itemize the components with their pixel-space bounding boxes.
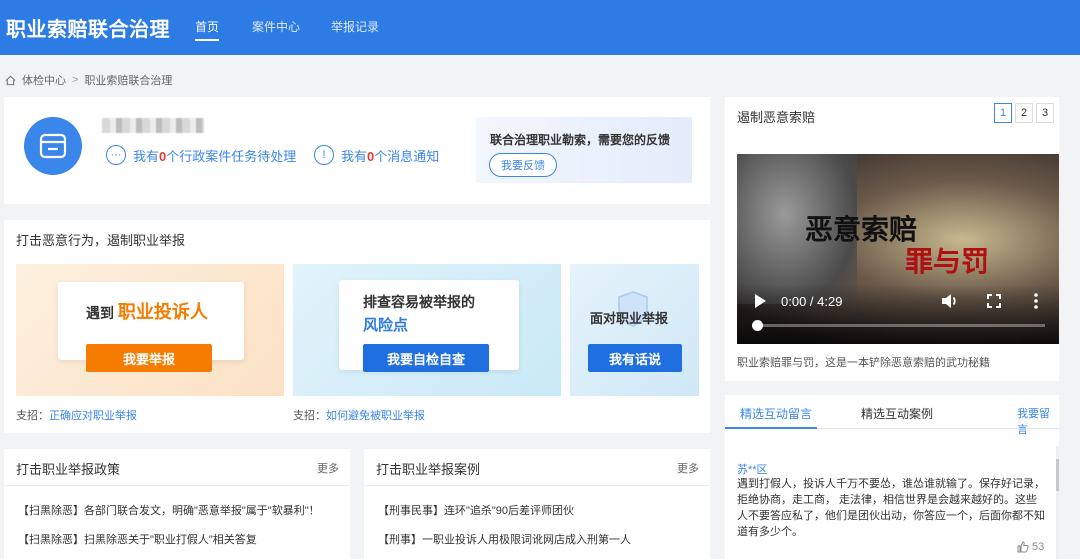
- scrollbar-thumb[interactable]: [1056, 459, 1059, 491]
- pager: 1 2 3: [994, 103, 1054, 123]
- tab-featured-comments[interactable]: 精选互动留言: [740, 405, 812, 422]
- video-caption: 职业索赔罪与罚，这是一本铲除恶意索赔的武功秘籍: [737, 357, 990, 369]
- profile-card: ··· 我有0个行政案件任务待处理 ! 我有0个消息通知 联合治理职业勒索，需要…: [4, 97, 710, 204]
- tab-active-indicator: [725, 427, 817, 429]
- video-progress-track[interactable]: [755, 324, 1045, 327]
- tip-2-link[interactable]: 如何避免被职业举报: [326, 410, 425, 422]
- comment-text: 遇到打假人，投诉人千万不要怂，谁怂谁就输了。保存好记录，拒绝协商，走工商， 走法…: [737, 478, 1045, 538]
- notifications-stat[interactable]: ! 我有0个消息通知: [314, 145, 439, 165]
- page-1[interactable]: 1: [994, 103, 1012, 123]
- home-icon: [5, 75, 16, 85]
- avatar: [24, 117, 82, 175]
- nav-home[interactable]: 首页: [195, 18, 220, 41]
- self-check-banner[interactable]: 排查容易被举报的 风险点 我要自检自查: [293, 264, 561, 396]
- notifications-text: 我有0个消息通知: [341, 148, 440, 164]
- comment-likes[interactable]: 53: [1017, 541, 1044, 553]
- comments-tabs: 精选互动留言 精选互动案例: [725, 395, 1059, 429]
- comment-author: 苏**区: [737, 464, 768, 476]
- banner-subheading: 风险点: [363, 317, 409, 334]
- policy-panel: 打击职业举报政策 更多 【扫黑除恶】各部门联合发文，明确"恶意举报"属于"软暴利…: [4, 449, 350, 559]
- report-banner[interactable]: 遇到 职业投诉人 我要举报: [16, 264, 284, 396]
- nav-home-label: 首页: [195, 20, 220, 34]
- video-player[interactable]: 恶意索赔 罪与罚 0:00 / 4:29: [737, 154, 1059, 344]
- page-2[interactable]: 2: [1015, 103, 1033, 123]
- more-options-icon[interactable]: [1033, 293, 1039, 309]
- policy-more-link[interactable]: 更多: [317, 460, 339, 476]
- policy-title: 打击职业举报政策: [16, 462, 121, 477]
- message-icon: ···: [106, 145, 126, 165]
- policy-item[interactable]: 【扫黑除恶】扫黑除恶关于"职业打假人"相关答复: [18, 531, 257, 547]
- policy-item[interactable]: 【扫黑除恶】各部门联合发文，明确"恶意举报"属于"软暴利"！: [18, 502, 320, 518]
- video-title-2: 罪与罚: [905, 245, 990, 278]
- report-section-title: 打击恶意行为，遏制职业举报: [16, 233, 186, 248]
- case-item[interactable]: 【刑事】一职业投诉人用极限词讹网店成入刑第一人: [378, 531, 631, 547]
- video-panel-title: 遏制恶意索赔: [737, 110, 816, 125]
- tip-1-link[interactable]: 正确应对职业举报: [49, 410, 137, 422]
- nav-active-indicator: [195, 39, 220, 41]
- tip-2: 支招：如何避免被职业举报: [293, 410, 425, 422]
- pending-cases-stat[interactable]: ··· 我有0个行政案件任务待处理: [106, 145, 296, 165]
- cases-panel: 打击职业举报案例 更多 【刑事民事】连环"追杀"90后差评师团伙 【刑事】一职业…: [364, 449, 710, 559]
- user-name-blurred: [102, 118, 204, 133]
- nav-case-center[interactable]: 案件中心: [252, 18, 300, 35]
- video-panel: 遏制恶意索赔 1 2 3 恶意索赔 罪与罚 0:00 / 4:29 职业索赔罪与…: [725, 97, 1059, 381]
- breadcrumb-separator: >: [72, 74, 79, 86]
- likes-count: 53: [1032, 541, 1045, 553]
- speak-up-banner[interactable]: 面对职业举报 我有话说: [570, 264, 699, 396]
- cases-more-link[interactable]: 更多: [677, 460, 699, 476]
- banner-heading: 面对职业举报: [590, 311, 669, 326]
- breadcrumb-item[interactable]: 体检中心: [22, 72, 66, 88]
- report-button[interactable]: 我要举报: [86, 344, 212, 372]
- fullscreen-icon[interactable]: [987, 294, 1001, 308]
- video-progress-handle[interactable]: [752, 320, 763, 331]
- report-section: 打击恶意行为，遏制职业举报 遇到 职业投诉人 我要举报 排查容易被举报的 风险点…: [4, 220, 710, 433]
- case-item[interactable]: 【刑事民事】连环"追杀"90后差评师团伙: [378, 502, 574, 518]
- alert-icon: !: [314, 145, 334, 165]
- top-navbar: 职业索赔联合治理 首页 案件中心 举报记录: [0, 0, 1080, 55]
- feedback-button[interactable]: 我要反馈: [489, 153, 557, 177]
- banner-heading: 排查容易被举报的: [363, 294, 475, 310]
- breadcrumb: 体检中心 > 职业索赔联合治理: [5, 72, 172, 88]
- comments-panel: 精选互动留言 精选互动案例 我要留言 苏**区 遇到打假人，投诉人千万不要怂，谁…: [725, 395, 1059, 559]
- feedback-title: 联合治理职业勒索，需要您的反馈: [490, 133, 671, 147]
- volume-icon[interactable]: [941, 293, 959, 309]
- video-controls-bg: [737, 284, 1059, 344]
- video-time: 0:00 / 4:29: [781, 294, 843, 309]
- speak-up-button[interactable]: 我有话说: [588, 344, 682, 372]
- store-icon: [39, 133, 67, 159]
- feedback-box: 联合治理职业勒索，需要您的反馈 我要反馈: [476, 117, 692, 183]
- play-icon[interactable]: [753, 293, 767, 309]
- divider: [364, 485, 710, 486]
- leave-comment-link[interactable]: 我要留言: [1017, 405, 1059, 437]
- tab-featured-cases[interactable]: 精选互动案例: [861, 405, 933, 422]
- app-brand: 职业索赔联合治理: [6, 19, 170, 41]
- page-3[interactable]: 3: [1036, 103, 1054, 123]
- divider: [4, 485, 350, 486]
- cases-title: 打击职业举报案例: [376, 462, 481, 477]
- banner-heading: 遇到 职业投诉人: [86, 302, 208, 322]
- breadcrumb-current: 职业索赔联合治理: [84, 75, 173, 87]
- self-check-button[interactable]: 我要自检自查: [363, 344, 489, 372]
- nav-report-records[interactable]: 举报记录: [331, 18, 379, 35]
- tip-1: 支招：正确应对职业举报: [16, 410, 137, 422]
- pending-cases-text: 我有0个行政案件任务待处理: [133, 148, 297, 164]
- video-title-1: 恶意索赔: [805, 213, 918, 246]
- thumbs-up-icon: [1017, 541, 1029, 553]
